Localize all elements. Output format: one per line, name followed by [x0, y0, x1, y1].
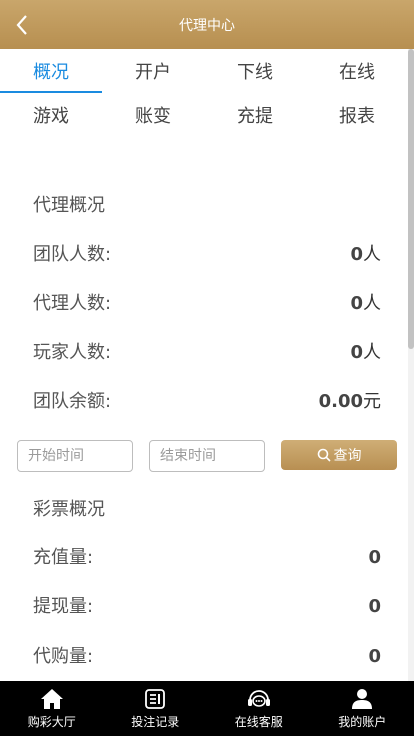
- date-filter: 查询: [17, 440, 397, 472]
- header-bar: 代理中心: [0, 0, 414, 49]
- chevron-left-icon: [16, 15, 27, 35]
- nav-bet-records-label: 投注记录: [131, 714, 180, 729]
- recharge-row: 充值量: 0: [33, 543, 381, 569]
- agent-members-row: 代理人数: 0人: [33, 289, 381, 315]
- query-button-label: 查询: [333, 448, 362, 464]
- purchase-label: 代购量:: [33, 646, 94, 667]
- tab-account-changes[interactable]: 账变: [102, 93, 204, 137]
- user-icon: [352, 688, 373, 709]
- player-members-row: 玩家人数: 0人: [33, 338, 381, 364]
- team-members-unit: 人: [363, 244, 381, 265]
- purchase-row: 代购量: 0: [33, 642, 381, 668]
- player-members-label: 玩家人数:: [33, 342, 112, 363]
- tab-games[interactable]: 游戏: [0, 93, 102, 137]
- team-members-row: 团队人数: 0人: [33, 240, 381, 266]
- player-members-unit: 人: [363, 342, 381, 363]
- tab-overview[interactable]: 概况: [0, 49, 102, 93]
- lottery-overview-title: 彩票概况: [33, 499, 105, 520]
- page-title: 代理中心: [179, 17, 235, 34]
- tab-online[interactable]: 在线: [306, 49, 408, 93]
- search-icon: [317, 448, 331, 462]
- record-icon: [145, 688, 166, 709]
- headset-icon: [247, 689, 270, 707]
- tab-downline[interactable]: 下线: [204, 49, 306, 93]
- scrollbar-thumb[interactable]: [408, 49, 414, 349]
- team-balance-value: 0.00: [318, 391, 363, 412]
- nav-online-service-label: 在线客服: [234, 714, 283, 729]
- withdraw-row: 提现量: 0: [33, 592, 381, 618]
- team-members-value: 0: [350, 244, 363, 265]
- withdraw-label: 提现量:: [33, 596, 94, 617]
- team-members-label: 团队人数:: [33, 244, 112, 265]
- query-button[interactable]: 查询: [281, 440, 397, 470]
- home-icon: [40, 688, 63, 709]
- team-balance-row: 团队余额: 0.00元: [33, 387, 381, 413]
- tab-deposit-withdraw[interactable]: 充提: [204, 93, 306, 137]
- nav-my-account-label: 我的账户: [338, 714, 387, 729]
- player-members-value: 0: [350, 342, 363, 363]
- start-time-input[interactable]: [17, 440, 133, 472]
- agent-members-value: 0: [350, 293, 363, 314]
- end-time-input[interactable]: [149, 440, 265, 472]
- withdraw-value: 0: [368, 596, 381, 617]
- team-balance-unit: 元: [363, 391, 381, 412]
- agent-overview-title: 代理概况: [33, 195, 105, 216]
- agent-members-unit: 人: [363, 293, 381, 314]
- purchase-value: 0: [368, 646, 381, 667]
- back-button[interactable]: [6, 8, 38, 42]
- nav-lottery-hall-label: 购彩大厅: [27, 714, 76, 729]
- recharge-label: 充值量:: [33, 547, 94, 568]
- nav-my-account[interactable]: 我的账户: [311, 681, 414, 736]
- tab-open-account[interactable]: 开户: [102, 49, 204, 93]
- nav-bet-records[interactable]: 投注记录: [104, 681, 208, 736]
- recharge-value: 0: [368, 547, 381, 568]
- nav-online-service[interactable]: 在线客服: [207, 681, 311, 736]
- tab-reports[interactable]: 报表: [306, 93, 408, 137]
- team-balance-label: 团队余额:: [33, 391, 112, 412]
- bottom-navigation: 购彩大厅 投注记录 在线客服 我的账户: [0, 681, 414, 736]
- agent-members-label: 代理人数:: [33, 293, 112, 314]
- nav-lottery-hall[interactable]: 购彩大厅: [0, 681, 104, 736]
- tab-navigation: 概况 开户 下线 在线 游戏 账变 充提 报表: [0, 49, 408, 137]
